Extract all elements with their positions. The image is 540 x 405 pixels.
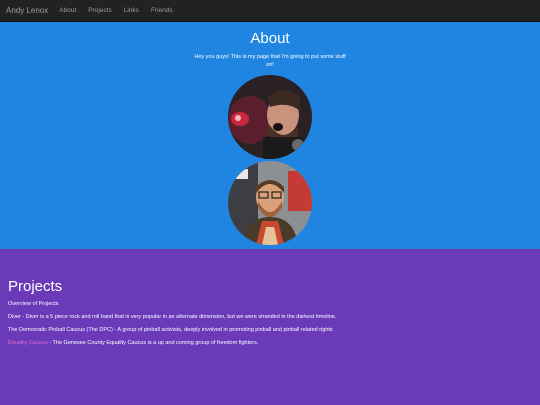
project-name: Diver <box>8 314 21 320</box>
projects-subtitle: Overview of Projects <box>8 301 59 307</box>
project-description: - Diver is a 5 piece rock and roll band … <box>20 314 337 320</box>
equality-caucus-link[interactable]: Equality Caucus <box>8 340 48 346</box>
project-item-dpc: The Democratic Pinball Caucus (The DPC) … <box>8 327 532 334</box>
project-description: - The Genesee County Equality Caucus is … <box>47 340 259 346</box>
projects-section: Projects Overview of Projects Diver - Di… <box>0 249 540 347</box>
avatar-portrait-photo <box>228 161 312 245</box>
project-description: - A group of pinball activists, deeply i… <box>112 327 333 333</box>
about-section: About Hey you guys! This is my page that… <box>0 22 540 249</box>
nav-link-friends[interactable]: Friends <box>151 7 173 14</box>
project-item-equality-caucus: Equality Caucus - The Genesee County Equ… <box>8 340 532 347</box>
project-item-diver: Diver - Diver is a 5 piece rock and roll… <box>8 314 532 321</box>
about-text: Hey you guys! This is my page that I'm g… <box>194 54 346 68</box>
project-name: The Democratic Pinball Caucus (The DPC) <box>8 327 113 333</box>
projects-title: Projects <box>8 278 63 295</box>
nav-link-links[interactable]: Links <box>124 7 139 14</box>
nav-link-projects[interactable]: Projects <box>88 7 111 14</box>
nav-link-about[interactable]: About <box>59 7 76 14</box>
brand-link[interactable]: Andy Lenox <box>6 6 48 15</box>
avatar-singer-photo <box>228 75 312 159</box>
navbar: Andy Lenox About Projects Links Friends <box>0 0 540 22</box>
about-title: About <box>250 30 290 47</box>
